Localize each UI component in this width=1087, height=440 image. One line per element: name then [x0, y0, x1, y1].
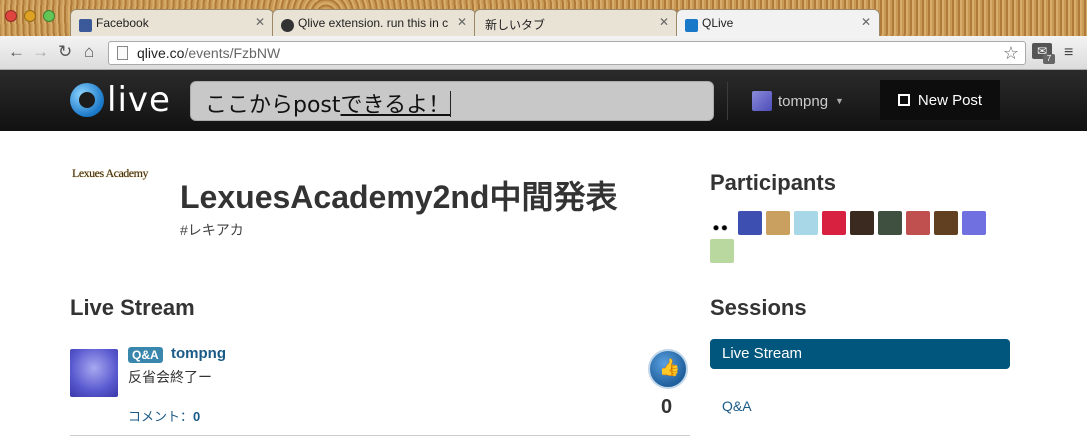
- participant-avatar[interactable]: [906, 211, 930, 235]
- post-input-text-composing: できるよ！: [340, 93, 451, 118]
- text-caret: [450, 91, 452, 117]
- participant-avatar[interactable]: [850, 211, 874, 235]
- qlive-icon: [685, 19, 698, 32]
- facebook-icon: [79, 19, 92, 32]
- comment-link[interactable]: コメント：0: [128, 406, 200, 425]
- sessions-heading: Sessions: [710, 295, 807, 320]
- user-name: tompng: [778, 92, 829, 110]
- participant-avatar[interactable]: [962, 211, 986, 235]
- close-icon[interactable]: ✕: [659, 15, 669, 29]
- page-icon: [117, 46, 128, 60]
- event-hashtag: #レキアカ: [180, 222, 244, 238]
- navbar-divider: [727, 82, 728, 120]
- divider: [70, 435, 690, 436]
- url-host: qlive.co: [137, 45, 185, 61]
- home-icon[interactable]: ⌂: [84, 42, 94, 62]
- post-author-link[interactable]: tompng: [171, 345, 226, 362]
- bookmark-star-icon[interactable]: ☆: [1003, 43, 1019, 64]
- window-close-button[interactable]: [5, 10, 17, 22]
- participant-avatar[interactable]: [794, 211, 818, 235]
- participants-heading: Participants: [710, 170, 836, 195]
- comment-count: 0: [193, 409, 201, 424]
- live-stream-heading: Live Stream: [70, 295, 195, 320]
- qlive-logo-mark: [70, 83, 104, 117]
- like-button[interactable]: [648, 349, 688, 389]
- participant-avatar[interactable]: [710, 239, 734, 263]
- qa-badge: Q&A: [128, 347, 163, 363]
- close-icon[interactable]: ✕: [457, 15, 467, 29]
- window-minimize-button[interactable]: [24, 10, 36, 22]
- participant-avatar[interactable]: [738, 211, 762, 235]
- post-input-text: ここからpost: [205, 93, 341, 118]
- url-path: /events/FzbNW: [184, 45, 281, 61]
- tab-label: 新しいタブ: [485, 18, 546, 32]
- tab-label: Facebook: [96, 16, 149, 30]
- session-item-live-stream[interactable]: Live Stream: [710, 339, 1010, 369]
- address-bar[interactable]: qlive.co/events/FzbNW ☆: [108, 41, 1026, 65]
- avatar[interactable]: [70, 349, 118, 397]
- reload-icon[interactable]: ↻: [58, 42, 72, 62]
- user-menu[interactable]: tompng ▼: [752, 91, 844, 111]
- participant-avatar[interactable]: [822, 211, 846, 235]
- event-logo: Lexues Academy: [72, 166, 148, 180]
- github-icon: [281, 19, 294, 32]
- tab-label: QLive: [702, 16, 734, 30]
- page-title: LexuesAcademy2nd中間発表: [180, 179, 618, 215]
- avatar: [752, 91, 772, 111]
- site-navbar: live ここからpostできるよ！ tompng ▼ New Post: [0, 70, 1087, 131]
- participant-avatar[interactable]: [878, 211, 902, 235]
- window-zoom-button[interactable]: [43, 10, 55, 22]
- back-icon[interactable]: ←: [8, 42, 25, 62]
- post-input[interactable]: ここからpostできるよ！: [190, 81, 714, 121]
- new-post-label: New Post: [917, 91, 983, 109]
- forward-icon[interactable]: →: [32, 42, 49, 62]
- logo-text: live: [107, 80, 171, 120]
- tab-label: Qlive extension. run this in c: [298, 16, 449, 30]
- edit-icon: [897, 94, 910, 106]
- qlive-logo[interactable]: live: [70, 79, 171, 121]
- participant-avatar[interactable]: [766, 211, 790, 235]
- participant-avatar[interactable]: [934, 211, 958, 235]
- session-item-qa[interactable]: Q&A: [722, 398, 752, 414]
- close-icon[interactable]: ✕: [861, 15, 871, 29]
- browser-toolbar: ← → ↻ ⌂ qlive.co/events/FzbNW ☆ ✉ 7 ≡: [0, 36, 1087, 70]
- tab-facebook[interactable]: Facebook ✕: [70, 9, 274, 36]
- participant-avatar[interactable]: [710, 211, 734, 235]
- tab-new-tab[interactable]: 新しいタブ ✕: [474, 9, 678, 36]
- browser-tab-bar: Facebook ✕ Qlive extension. run this in …: [0, 0, 1087, 36]
- close-icon[interactable]: ✕: [255, 15, 265, 29]
- extension-badge: 7: [1043, 54, 1055, 64]
- new-post-button[interactable]: New Post: [880, 80, 1000, 120]
- menu-icon[interactable]: ≡: [1064, 44, 1073, 62]
- comment-label: コメント：: [128, 409, 194, 424]
- post-text: 反省会終了ー: [128, 369, 212, 385]
- tab-qlive[interactable]: QLive ✕: [676, 9, 880, 36]
- chevron-down-icon: ▼: [835, 96, 844, 106]
- tab-github[interactable]: Qlive extension. run this in c ✕: [272, 9, 476, 36]
- like-count: 0: [661, 396, 673, 418]
